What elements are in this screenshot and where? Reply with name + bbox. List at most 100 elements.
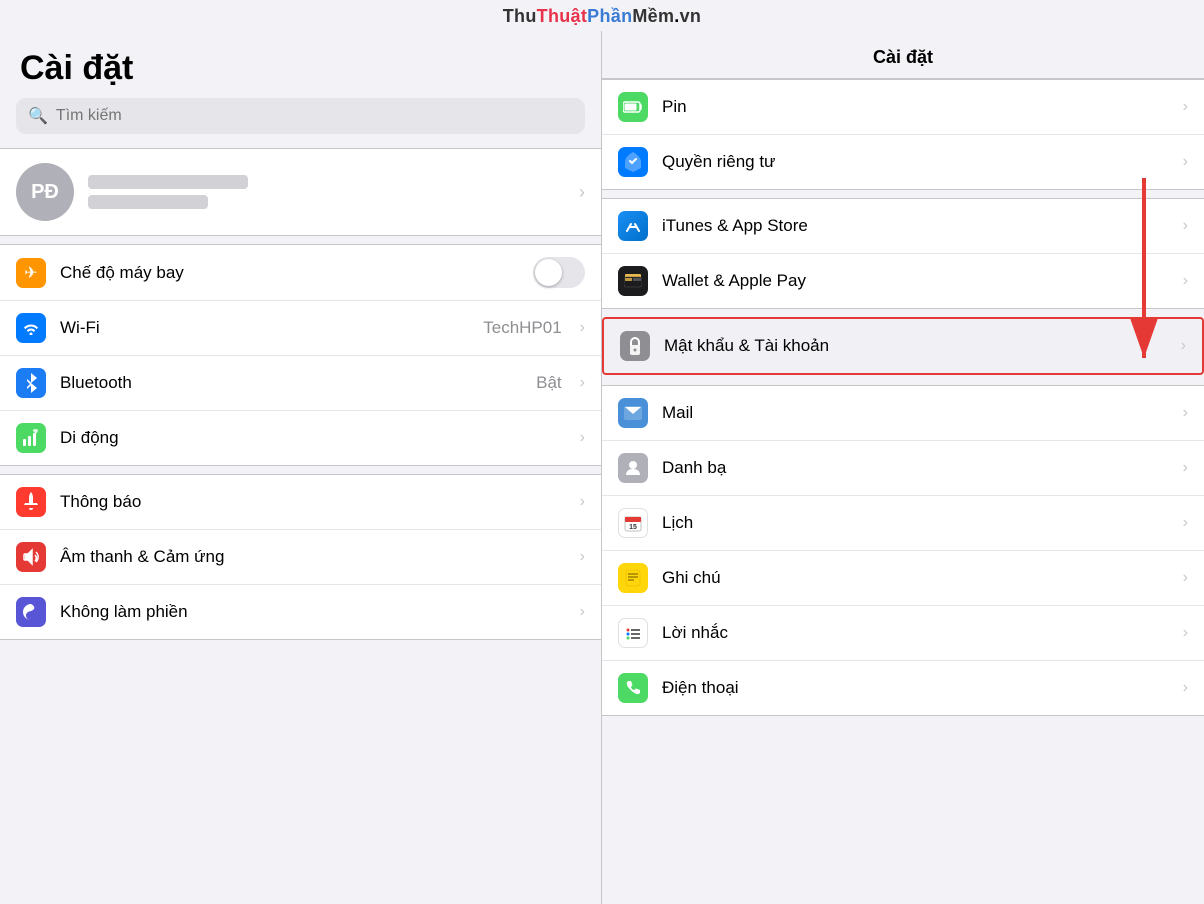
cellular-icon — [16, 423, 46, 453]
mail-icon — [618, 398, 648, 428]
sound-label: Âm thanh & Cảm ứng — [60, 547, 566, 567]
airplane-label: Chế độ máy bay — [60, 263, 519, 283]
sound-icon — [16, 542, 46, 572]
watermark-bar: ThuThuậtPhầnMềm.vn — [0, 0, 1204, 31]
list-item[interactable]: Bluetooth Bật › — [0, 356, 601, 411]
watermark-mem: Mềm — [632, 6, 674, 26]
dnd-chevron-icon: › — [580, 603, 585, 621]
bluetooth-value: Bật — [536, 373, 562, 393]
cellular-chevron-icon: › — [580, 429, 585, 447]
wallet-icon — [618, 266, 648, 296]
list-item[interactable]: Danh bạ › — [602, 441, 1204, 496]
list-item[interactable]: Thông báo › — [0, 475, 601, 530]
wifi-chevron-icon: › — [580, 319, 585, 337]
password-icon — [620, 331, 650, 361]
right-panel: Cài đặt Pin › — [602, 31, 1204, 904]
battery-icon — [618, 92, 648, 122]
privacy-icon — [618, 147, 648, 177]
dnd-label: Không làm phiền — [60, 602, 566, 622]
watermark-vn: vn — [680, 6, 702, 26]
profile-name-blur — [88, 175, 248, 189]
right-group-apps: Mail › Danh bạ › — [602, 385, 1204, 716]
password-accounts-label: Mật khẩu & Tài khoản — [664, 336, 1167, 356]
cellular-label: Di động — [60, 428, 566, 448]
mail-chevron-icon: › — [1183, 404, 1188, 422]
notifications-chevron-icon: › — [580, 493, 585, 511]
wifi-icon — [16, 313, 46, 343]
reminders-chevron-icon: › — [1183, 624, 1188, 642]
privacy-label: Quyền riêng tư — [662, 152, 1169, 172]
profile-chevron-icon: › — [579, 182, 585, 203]
search-icon: 🔍 — [28, 106, 48, 126]
mail-label: Mail — [662, 403, 1169, 423]
left-panel: Cài đặt 🔍 PĐ › ✈ Chế độ máy bay — [0, 31, 602, 904]
list-item[interactable]: Điện thoại › — [602, 661, 1204, 715]
search-bar[interactable]: 🔍 — [16, 98, 585, 134]
airplane-icon: ✈ — [16, 258, 46, 288]
calendar-icon: 15 — [618, 508, 648, 538]
watermark-thuat: Thuật — [537, 6, 588, 26]
password-accounts-item[interactable]: Mật khẩu & Tài khoản › — [602, 317, 1204, 375]
notes-label: Ghi chú — [662, 568, 1169, 588]
notes-icon — [618, 563, 648, 593]
profile-row[interactable]: PĐ › — [0, 148, 601, 236]
profile-detail-blur — [88, 195, 208, 209]
wallet-label: Wallet & Apple Pay — [662, 271, 1169, 291]
list-item[interactable]: Âm thanh & Cảm ứng › — [0, 530, 601, 585]
watermark-thu: Thu — [503, 6, 537, 26]
wifi-label: Wi-Fi — [60, 318, 469, 338]
privacy-chevron-icon: › — [1183, 153, 1188, 171]
appstore-icon — [618, 211, 648, 241]
list-item[interactable]: Không làm phiền › — [0, 585, 601, 639]
list-item[interactable]: iTunes & App Store › — [602, 199, 1204, 254]
wifi-value: TechHP01 — [483, 318, 561, 338]
battery-label: Pin — [662, 97, 1169, 117]
calendar-chevron-icon: › — [1183, 514, 1188, 532]
notes-chevron-icon: › — [1183, 569, 1188, 587]
calendar-label: Lịch — [662, 513, 1169, 533]
phone-chevron-icon: › — [1183, 679, 1188, 697]
list-item[interactable]: 15 Lịch › — [602, 496, 1204, 551]
dnd-icon — [16, 597, 46, 627]
list-item[interactable]: Pin › — [602, 80, 1204, 135]
watermark-phan: Phần — [587, 6, 632, 26]
notifications-label: Thông báo — [60, 492, 566, 512]
phone-icon — [618, 673, 648, 703]
notifications-icon — [16, 487, 46, 517]
wallet-chevron-icon: › — [1183, 272, 1188, 290]
sound-chevron-icon: › — [580, 548, 585, 566]
bluetooth-label: Bluetooth — [60, 373, 522, 393]
list-item[interactable]: Wallet & Apple Pay › — [602, 254, 1204, 308]
battery-chevron-icon: › — [1183, 98, 1188, 116]
settings-group-connectivity: ✈ Chế độ máy bay Wi-Fi TechHP01 › — [0, 244, 601, 466]
settings-group-notifications: Thông báo › Âm thanh & Cảm ứng › — [0, 474, 601, 640]
search-input[interactable] — [56, 107, 573, 125]
airplane-toggle[interactable] — [533, 257, 585, 288]
bluetooth-icon — [16, 368, 46, 398]
list-item[interactable]: ✈ Chế độ máy bay — [0, 245, 601, 301]
bluetooth-chevron-icon: › — [580, 374, 585, 392]
contacts-label: Danh bạ — [662, 458, 1169, 478]
list-item[interactable]: Mail › — [602, 386, 1204, 441]
main-container: Cài đặt 🔍 PĐ › ✈ Chế độ máy bay — [0, 31, 1204, 904]
list-item[interactable]: Wi-Fi TechHP01 › — [0, 301, 601, 356]
reminders-label: Lời nhắc — [662, 623, 1169, 643]
itunes-chevron-icon: › — [1183, 217, 1188, 235]
list-item[interactable]: Quyền riêng tư › — [602, 135, 1204, 189]
profile-info — [88, 175, 565, 209]
password-accounts-chevron-icon: › — [1181, 337, 1186, 355]
contacts-chevron-icon: › — [1183, 459, 1188, 477]
list-item[interactable]: Lời nhắc › — [602, 606, 1204, 661]
right-group-itunes-wallet: iTunes & App Store › Wallet & Apple Pay … — [602, 198, 1204, 309]
avatar: PĐ — [16, 163, 74, 221]
left-panel-title: Cài đặt — [0, 31, 601, 98]
itunes-label: iTunes & App Store — [662, 216, 1169, 236]
contacts-icon — [618, 453, 648, 483]
reminders-icon — [618, 618, 648, 648]
right-panel-header: Cài đặt — [602, 31, 1204, 79]
list-item[interactable]: Ghi chú › — [602, 551, 1204, 606]
list-item[interactable]: Di động › — [0, 411, 601, 465]
right-group-battery-privacy: Pin › Quyền riêng tư › — [602, 79, 1204, 190]
phone-label: Điện thoại — [662, 678, 1169, 698]
svg-text:15: 15 — [629, 524, 637, 531]
